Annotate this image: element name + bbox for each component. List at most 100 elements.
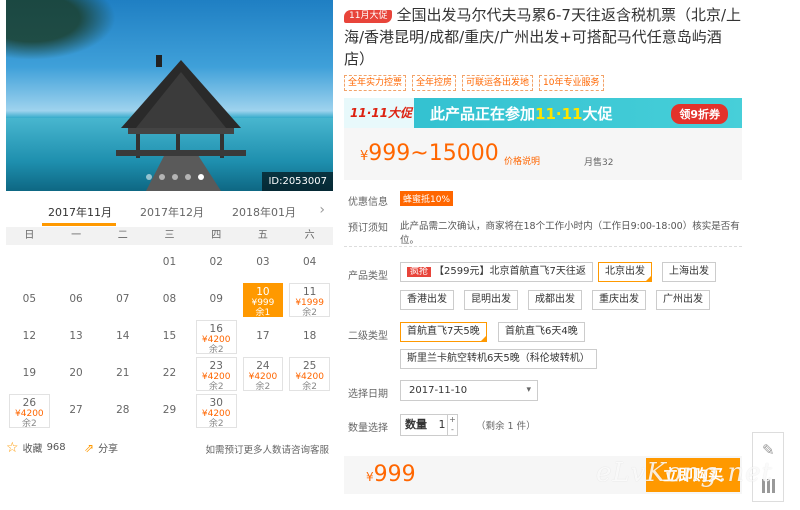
tab-month-2[interactable]: 2017年12月 <box>140 204 204 220</box>
calendar-day: 19 <box>9 357 50 391</box>
calendar-day: 02 <box>196 246 237 280</box>
type-option-chongqing[interactable]: 重庆出发 <box>592 290 646 310</box>
calendar-day-number: 13 <box>69 330 83 342</box>
calendar-day-number: 24 <box>256 360 270 372</box>
product-type-label: 产品类型 <box>348 271 388 282</box>
increment-icon[interactable]: + <box>448 415 457 425</box>
stock-left: （剩余 1 件） <box>476 421 536 432</box>
promo-banner[interactable]: 11·11大促 此产品正在参加11·11大促 领9折券 <box>344 98 742 128</box>
monthly-sales: 月售32 <box>584 158 614 168</box>
calendar-day-available[interactable]: 16 ¥4200 余2 <box>195 320 237 355</box>
calendar-day-available[interactable]: 25 ¥4200 余2 <box>289 357 330 392</box>
price-range: ¥999~15000 <box>360 141 499 166</box>
calendar-day-available[interactable]: 24 ¥4200 余2 <box>242 357 284 392</box>
favorite-label: 收藏 <box>22 444 43 455</box>
calendar-day-number: 06 <box>69 293 83 305</box>
service-tag: 10年专业服务 <box>539 75 604 91</box>
price-explain-link[interactable]: 价格说明 <box>504 154 540 167</box>
service-tags: 全年实力控票 全年控房 可联运各出发地 10年专业服务 <box>344 75 604 91</box>
type-option-kunming[interactable]: 昆明出发 <box>464 290 518 310</box>
type-option-beijing[interactable]: 北京出发 <box>598 262 652 282</box>
promo-text-post: 大促 <box>582 105 613 123</box>
promo-logo: 11·11大促 <box>344 98 414 128</box>
type-option-shanghai[interactable]: 上海出发 <box>662 262 716 282</box>
type-option-beijing-direct[interactable]: 疯抢 【2599元】北京首航直飞7天往返 <box>400 262 593 282</box>
calendar-day: 22 <box>149 357 190 391</box>
quantity-inner-label: 数量 <box>405 418 427 431</box>
calendar-day-available[interactable]: 10 ¥999 余1 <box>242 283 284 318</box>
decrement-icon[interactable]: - <box>448 425 457 435</box>
tab-month-1[interactable]: 2017年11月 <box>48 204 112 220</box>
share-button[interactable]: ⇗ 分享 <box>84 440 118 456</box>
promo-text-highlight: 11·11 <box>535 105 583 123</box>
left-footer: ☆ 收藏 968 ⇗ 分享 如需预订更多人数请咨询客服 <box>6 438 333 458</box>
promo-text-pre: 此产品正在参加 <box>430 105 536 123</box>
calendar-day-stock: 余2 <box>208 345 224 355</box>
calendar-day-number: 09 <box>209 293 223 305</box>
calendar-day-number: 29 <box>162 404 177 416</box>
calendar-day-number: 02 <box>209 256 223 268</box>
calendar-day-available[interactable]: 26 ¥4200 余2 <box>9 394 50 429</box>
carousel-dot[interactable] <box>172 174 178 180</box>
get-coupon-button[interactable]: 领9折券 <box>671 104 728 124</box>
weekday-label: 日 <box>24 230 35 241</box>
price-box: ¥999~15000 价格说明 月售32 <box>344 128 742 180</box>
sub-option-srilankan[interactable]: 斯里兰卡航空转机6天5晚（科伦坡转机） <box>400 349 597 369</box>
calendar-day-number: 17 <box>256 330 270 342</box>
service-tag: 全年控房 <box>412 75 457 91</box>
calendar-day-number: 30 <box>209 397 223 409</box>
feedback-pen-icon[interactable]: ✎ <box>762 441 775 459</box>
quantity-stepper[interactable]: 数量 1 + - <box>400 414 458 436</box>
calendar-day: 28 <box>102 394 143 428</box>
carousel-dot[interactable] <box>146 174 152 180</box>
calendar-day <box>102 246 143 280</box>
water-villa-illustration <box>116 55 246 191</box>
calendar-day-number: 11 <box>302 286 317 298</box>
calendar-day <box>243 394 284 428</box>
calendar-day-price: ¥4200 <box>295 372 324 382</box>
product-hero-image[interactable]: ID:2053007 <box>6 0 333 191</box>
calendar-day-number: 22 <box>162 367 177 379</box>
calendar-day-stock: 余2 <box>208 419 224 429</box>
carousel-dots <box>146 174 204 180</box>
hot-sale-badge: 疯抢 <box>407 267 432 277</box>
calendar-day-number: 26 <box>22 397 37 409</box>
divider <box>344 246 742 247</box>
type-option-hongkong[interactable]: 香港出发 <box>400 290 454 310</box>
calendar-day: 20 <box>56 357 97 391</box>
tab-month-3[interactable]: 2018年01月 <box>232 204 296 220</box>
calendar-day-number: 21 <box>116 367 130 379</box>
weekday-label: 四 <box>211 230 222 241</box>
sub-option-7d5n[interactable]: 首航直飞7天5晚 <box>400 322 487 342</box>
calendar-day: 29 <box>149 394 190 428</box>
calendar-day-price: ¥4200 <box>15 409 44 419</box>
weekday-label: 三 <box>164 230 175 241</box>
right-column: 11月大促 全国出发马尔代夫马累6-7天往返含税机票（北京/上海/香港昆明/成都/… <box>344 0 746 510</box>
favorite-button[interactable]: ☆ 收藏 968 <box>6 440 66 456</box>
date-select[interactable]: 2017-11-10 ▾ <box>400 380 538 401</box>
sub-option-6d4n[interactable]: 首航直飞6天4晚 <box>498 322 585 342</box>
carousel-dot-active[interactable] <box>198 174 204 180</box>
calendar-day: 15 <box>149 320 190 354</box>
calendar-day-number: 18 <box>302 330 317 342</box>
calendar-day-price: ¥4200 <box>201 335 231 345</box>
calendar-day-number: 19 <box>22 367 37 379</box>
chevron-right-icon[interactable]: › <box>319 202 325 218</box>
carousel-dot[interactable] <box>185 174 191 180</box>
calendar-day-price: ¥4200 <box>201 409 231 419</box>
calendar-day-stock: 余2 <box>208 382 224 392</box>
type-option-guangzhou[interactable]: 广州出发 <box>656 290 710 310</box>
calendar-day-stock: 余2 <box>302 382 317 392</box>
carousel-dot[interactable] <box>159 174 165 180</box>
type-option-chengdu[interactable]: 成都出发 <box>528 290 582 310</box>
calendar-day-available[interactable]: 23 ¥4200 余2 <box>195 357 237 392</box>
calendar-day: 05 <box>9 283 50 317</box>
calendar-day-available[interactable]: 11 ¥1999 余2 <box>289 283 330 318</box>
calendar: 日 一 二 三 四 五 六 01 02 03 04 05 06 07 08 09 10 ¥999 余1… <box>6 227 333 429</box>
calendar-day <box>9 246 50 280</box>
quantity-spin[interactable]: + - <box>447 415 457 435</box>
calendar-day-available[interactable]: 30 ¥4200 余2 <box>195 394 237 429</box>
date-value: 2017-11-10 <box>409 385 468 396</box>
calendar-day: 13 <box>56 320 97 354</box>
service-tag: 可联运各出发地 <box>462 75 534 91</box>
